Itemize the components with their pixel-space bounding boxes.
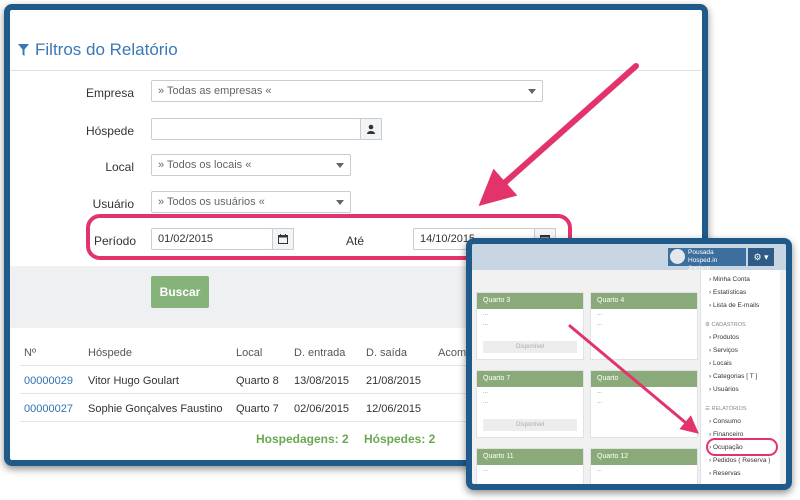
- divider: [10, 70, 702, 71]
- table-header-row: Nº Hóspede Local D. entrada D. saída Aco…: [20, 338, 540, 366]
- menu-item-consumo[interactable]: › Consumo: [709, 418, 741, 425]
- guest-name: Sophie Gonçalves Faustino: [88, 403, 223, 415]
- empresa-select-value: » Todas as empresas «: [158, 85, 272, 97]
- room-card-line: ...: [597, 321, 603, 327]
- menu-item-locais[interactable]: › Locais: [709, 360, 732, 367]
- column-header: D. entrada: [294, 347, 346, 359]
- room-card-title: Quarto 7: [477, 371, 583, 387]
- room-status: Disponível: [483, 419, 577, 431]
- room-card-line: ...: [483, 467, 489, 473]
- gear-icon[interactable]: ⚙ ▾: [748, 248, 774, 266]
- empresa-label: Empresa: [85, 86, 134, 100]
- local-select[interactable]: » Todos os locais «: [151, 154, 351, 176]
- filter-icon: [18, 44, 29, 56]
- menu-item-minha-conta[interactable]: › Minha Conta: [709, 276, 750, 283]
- hospede-input[interactable]: [151, 118, 361, 140]
- avatar: [670, 249, 685, 264]
- checkin-date: 02/06/2015: [294, 403, 350, 415]
- menu-section-relatorios: ☰ RELATÓRIOS: [705, 406, 747, 412]
- room-card[interactable]: Quarto 3 ... ... Disponível: [476, 292, 584, 360]
- chevron-down-icon: [336, 200, 344, 205]
- room-status: Disponível: [483, 341, 577, 353]
- ocupacao-highlight: [706, 438, 778, 456]
- menu-item-servicos[interactable]: › Serviços: [709, 347, 738, 354]
- inset-screenshot-window: Pousada Hosped.in Joelson ⚙ ▾ Quarto 3 .…: [466, 238, 792, 490]
- chevron-down-icon: [336, 163, 344, 168]
- table-row[interactable]: 00000027 Sophie Gonçalves Faustino Quart…: [20, 394, 540, 422]
- filters-title: Filtros do Relatório: [35, 40, 178, 59]
- usuario-label: Usuário: [92, 197, 134, 211]
- usuario-select-value: » Todos os usuários «: [158, 196, 265, 208]
- menu-item-financeiro[interactable]: › Financeiro: [709, 431, 743, 438]
- menu-section-cadastros: ⚙ CADASTROS: [705, 322, 746, 328]
- column-header: Nº: [24, 347, 36, 359]
- menu-item-produtos[interactable]: › Produtos: [709, 334, 739, 341]
- chevron-down-icon: [528, 89, 536, 94]
- guest-name: Vitor Hugo Goulart: [88, 375, 179, 387]
- local-label: Local: [105, 160, 134, 174]
- user-menu-button[interactable]: Pousada Hosped.in Joelson: [668, 248, 746, 272]
- column-header: D. saída: [366, 347, 407, 359]
- room-card-line: ...: [483, 389, 489, 395]
- room-name: Quarto 8: [236, 375, 279, 387]
- user-icon[interactable]: [360, 118, 382, 140]
- ate-label: Até: [346, 234, 365, 248]
- room-card[interactable]: Quarto 11 ...: [476, 448, 584, 484]
- checkout-date: 12/06/2015: [366, 403, 422, 415]
- empresa-select[interactable]: » Todas as empresas «: [151, 80, 543, 102]
- room-card-line: ...: [483, 321, 489, 327]
- total-hospedagens: Hospedagens: 2: [256, 432, 349, 446]
- room-card-title: Quarto 12: [591, 449, 697, 465]
- local-select-value: » Todos os locais «: [158, 159, 252, 171]
- periodo-start-input[interactable]: 01/02/2015: [151, 228, 273, 250]
- menu-item-estatisticas[interactable]: › Estatísticas: [709, 289, 746, 296]
- room-card-title: Quarto 4: [591, 293, 697, 309]
- room-card-title: Quarto 3: [477, 293, 583, 309]
- menu-item-reservas[interactable]: › Reservas: [709, 470, 740, 477]
- room-card[interactable]: Quarto 4 ... ...: [590, 292, 698, 360]
- user-business-name: Pousada Hosped.in: [688, 249, 718, 264]
- menu-item-categorias[interactable]: › Categorias [ T ]: [709, 373, 757, 380]
- room-card-line: ...: [597, 389, 603, 395]
- checkin-date: 13/08/2015: [294, 375, 350, 387]
- column-header: Local: [236, 347, 263, 359]
- room-card-line: ...: [483, 311, 489, 317]
- room-card-title: Quarto 11: [477, 449, 583, 465]
- room-name: Quarto 7: [236, 403, 279, 415]
- menu-item-pedidos[interactable]: › Pedidos ( Reserva ): [709, 457, 770, 464]
- room-card[interactable]: Quarto 12 ...: [590, 448, 698, 484]
- menu-item-usuarios[interactable]: › Usuários: [709, 386, 739, 393]
- room-card[interactable]: Quarto 7 ... ... Disponível: [476, 370, 584, 438]
- buscar-button[interactable]: Buscar: [151, 276, 209, 308]
- room-card-line: ...: [483, 399, 489, 405]
- total-hospedes: Hóspedes: 2: [364, 432, 436, 446]
- periodo-label: Período: [93, 234, 136, 248]
- booking-number-link[interactable]: 00000029: [24, 375, 73, 387]
- hospede-label: Hóspede: [85, 124, 134, 138]
- room-card-line: ...: [597, 311, 603, 317]
- room-card-line: ...: [597, 467, 603, 473]
- settings-dropdown-menu: › Minha Conta › Estatísticas › Lista de …: [700, 270, 780, 484]
- booking-number-link[interactable]: 00000027: [24, 403, 73, 415]
- table-row[interactable]: 00000029 Vitor Hugo Goulart Quarto 8 13/…: [20, 366, 540, 394]
- calendar-icon[interactable]: [272, 228, 294, 250]
- checkout-date: 21/08/2015: [366, 375, 422, 387]
- room-card-title: Quarto: [591, 371, 697, 387]
- canvas: Filtros do Relatório Empresa » Todas as …: [0, 0, 800, 500]
- menu-item-lista-emails[interactable]: › Lista de E-mails: [709, 302, 759, 309]
- room-card[interactable]: Quarto ... ...: [590, 370, 698, 438]
- usuario-select[interactable]: » Todos os usuários «: [151, 191, 351, 213]
- filters-heading: Filtros do Relatório: [18, 40, 178, 60]
- room-card-line: ...: [597, 399, 603, 405]
- column-header: Hóspede: [88, 347, 133, 359]
